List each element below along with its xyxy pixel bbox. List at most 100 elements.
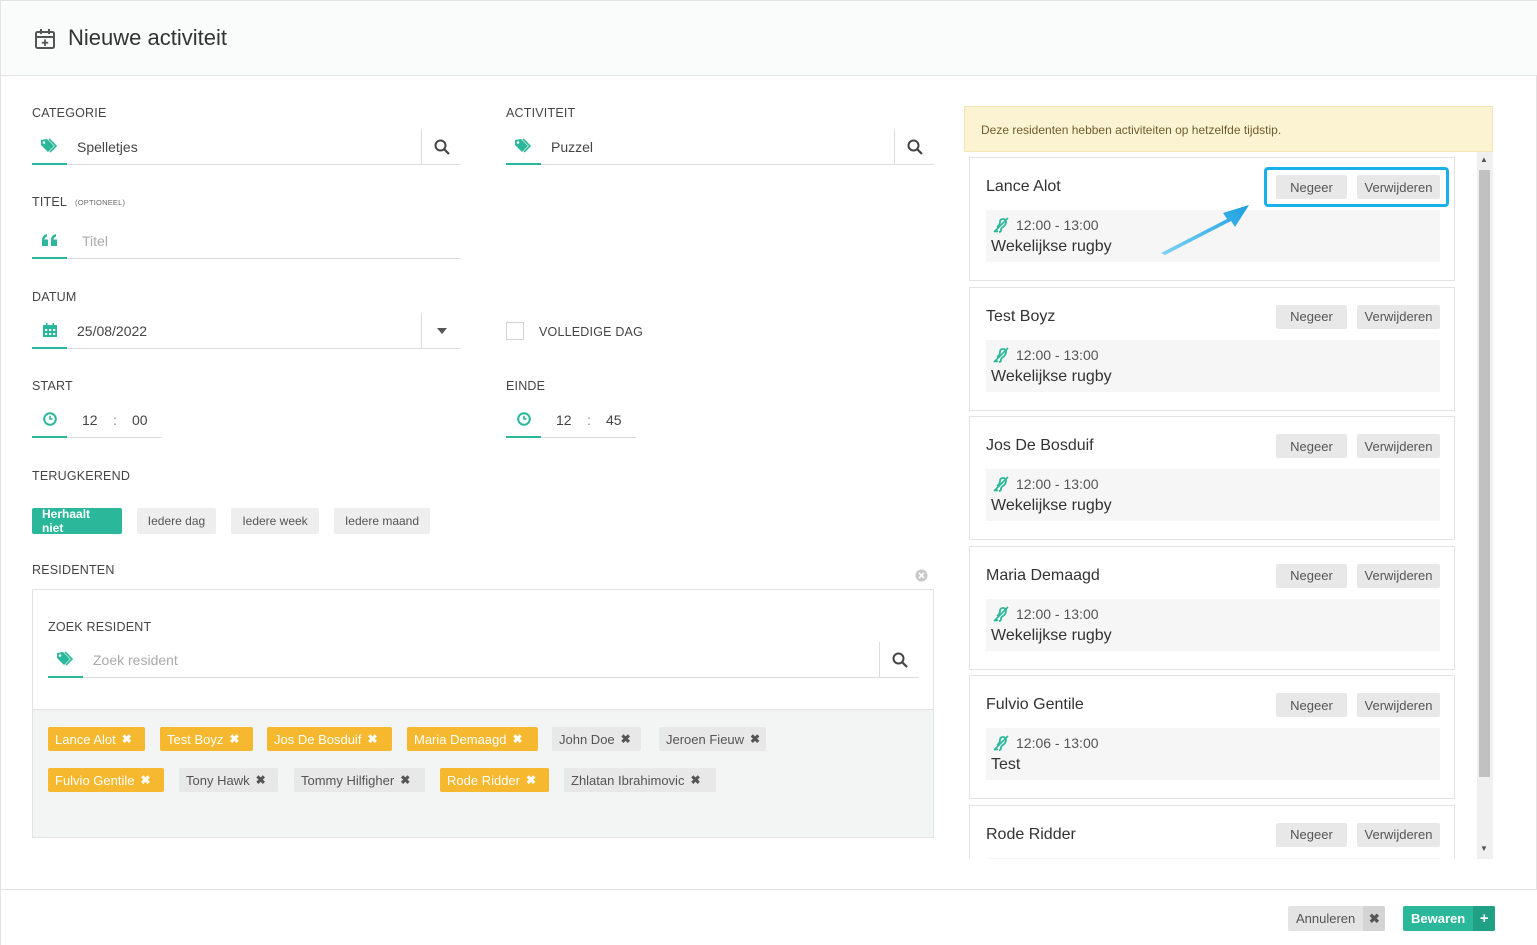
resident-tag[interactable]: Maria Demaagd ✖ xyxy=(407,727,538,751)
resident-tag-name: Tony Hawk xyxy=(186,772,250,788)
cancel-button[interactable]: Annuleren ✖ xyxy=(1288,906,1386,931)
resident-name: Lance Alot xyxy=(986,178,1061,195)
conflict-activity-name: Wekelijkse rugby xyxy=(991,626,1112,644)
conflict-activity: 12:00 - 13:00 Wekelijkse rugby xyxy=(986,469,1440,521)
tags-icon xyxy=(506,129,541,165)
start-separator: : xyxy=(113,412,117,428)
resident-tag[interactable]: Jos De Bosduif ✖ xyxy=(267,727,392,751)
remove-tag-icon[interactable]: ✖ xyxy=(750,732,760,746)
save-button[interactable]: Bewaren + xyxy=(1403,906,1496,931)
resident-tag-name: Zhlatan Ibrahimovic xyxy=(571,772,685,788)
residents-label: RESIDENTEN xyxy=(32,563,115,577)
delete-button[interactable]: Verwijderen xyxy=(1357,304,1440,329)
clear-residents-icon[interactable] xyxy=(915,569,928,582)
remove-tag-icon[interactable]: ✖ xyxy=(513,732,523,746)
title-input[interactable]: Titel xyxy=(82,233,108,249)
delete-button[interactable]: Verwijderen xyxy=(1357,822,1440,847)
resident-tags-area: Lance Alot ✖ Test Boyz ✖ Jos De Bosduif ✖ Mari… xyxy=(33,709,933,837)
start-label: START xyxy=(32,379,73,393)
residents-box: ZOEK RESIDENT Zoek resident Lance Alot ✖ T… xyxy=(32,589,934,838)
remove-tag-icon[interactable]: ✖ xyxy=(229,732,239,746)
remove-tag-icon[interactable]: ✖ xyxy=(621,732,631,746)
resident-search-input[interactable]: Zoek resident xyxy=(93,652,178,668)
conflict-time: 12:00 - 13:00 xyxy=(1016,346,1099,363)
modal-header: Nieuwe activiteit xyxy=(1,1,1537,76)
activity-search-button[interactable] xyxy=(894,129,934,165)
remove-tag-icon[interactable]: ✖ xyxy=(367,732,377,746)
category-value: Spelletjes xyxy=(77,139,138,155)
conflict-card: Test Boyz Negeer Verwijderen 12:00 - 13:00 W… xyxy=(969,286,1455,411)
remove-tag-icon[interactable]: ✖ xyxy=(690,773,700,787)
resident-tag[interactable]: Fulvio Gentile ✖ xyxy=(48,768,164,792)
resident-tag[interactable]: John Doe ✖ xyxy=(552,727,641,751)
conflict-card: Maria Demaagd Negeer Verwijderen 12:00 - 13… xyxy=(969,545,1455,670)
resident-tag-name: Tommy Hilfigher xyxy=(301,772,395,788)
resident-tag[interactable]: Jeroen Fieuw ✖ xyxy=(659,727,766,751)
date-dropdown-button[interactable] xyxy=(421,313,461,349)
page-title: Nieuwe activiteit xyxy=(68,25,227,50)
quote-icon xyxy=(32,223,67,259)
start-minute[interactable]: 00 xyxy=(132,412,148,428)
date-value: 25/08/2022 xyxy=(77,323,148,339)
resident-search-button[interactable] xyxy=(879,642,919,678)
conflict-card: Jos De Bosduif Negeer Verwijderen 12:00 - 1… xyxy=(969,416,1455,540)
annotation-highlight-box xyxy=(1264,167,1449,207)
conflict-activity xyxy=(986,857,1440,859)
recurring-option-weekly[interactable]: Iedere week xyxy=(231,508,319,534)
title-field[interactable]: Titel xyxy=(32,223,461,259)
resident-tag[interactable]: Test Boyz ✖ xyxy=(160,727,253,751)
scroll-down-icon[interactable]: ▼ xyxy=(1480,844,1488,853)
ignore-button[interactable]: Negeer xyxy=(1276,693,1347,717)
start-hour[interactable]: 12 xyxy=(82,412,98,428)
resident-tag-name: Jos De Bosduif xyxy=(274,731,362,747)
category-search-button[interactable] xyxy=(421,129,461,165)
resident-name: Test Boyz xyxy=(986,307,1056,325)
conflict-time: 12:00 - 13:00 xyxy=(1016,476,1099,492)
resident-name: Maria Demaagd xyxy=(986,566,1100,584)
resident-search-field[interactable]: Zoek resident xyxy=(48,642,919,678)
clock-icon xyxy=(506,402,541,438)
end-hour[interactable]: 12 xyxy=(556,412,572,428)
recurring-option-none[interactable]: Herhaalt niet xyxy=(32,507,122,535)
recurring-option-daily[interactable]: Iedere dag xyxy=(137,508,216,534)
remove-tag-icon[interactable]: ✖ xyxy=(140,773,150,787)
resident-tag[interactable]: Tony Hawk ✖ xyxy=(179,768,278,792)
close-icon: ✖ xyxy=(1363,906,1386,931)
end-minute[interactable]: 45 xyxy=(606,412,622,428)
title-label: TITEL (OPTIONEEL) xyxy=(32,195,126,209)
ignore-button[interactable]: Negeer xyxy=(1276,434,1347,458)
delete-button[interactable]: Verwijderen xyxy=(1357,434,1440,458)
ignore-button[interactable]: Negeer xyxy=(1276,304,1347,329)
resident-tag[interactable]: Zhlatan Ibrahimovic ✖ xyxy=(564,768,716,792)
clock-icon xyxy=(32,402,67,438)
conflict-scrollbar[interactable]: ▲ ▼ xyxy=(1477,152,1493,859)
activity-field[interactable]: Puzzel xyxy=(506,129,934,165)
hearing-icon xyxy=(993,605,1009,622)
date-label: DATUM xyxy=(32,290,77,304)
delete-button[interactable]: Verwijderen xyxy=(1357,563,1440,588)
scrollbar-thumb[interactable] xyxy=(1479,170,1490,777)
ignore-button[interactable]: Negeer xyxy=(1276,822,1347,847)
fullday-checkbox[interactable] xyxy=(506,322,524,340)
calendar-plus-icon xyxy=(35,29,55,49)
remove-tag-icon[interactable]: ✖ xyxy=(256,773,266,787)
delete-button[interactable]: Verwijderen xyxy=(1357,693,1440,717)
resident-tag[interactable]: Lance Alot ✖ xyxy=(48,727,145,751)
conflict-activity-name: Wekelijkse rugby xyxy=(991,367,1112,385)
scroll-up-icon[interactable]: ▲ xyxy=(1480,155,1488,164)
remove-tag-icon[interactable]: ✖ xyxy=(526,773,536,787)
ignore-button[interactable]: Negeer xyxy=(1276,563,1347,588)
remove-tag-icon[interactable]: ✖ xyxy=(122,732,132,746)
caret-down-icon xyxy=(436,328,447,334)
recurring-option-monthly[interactable]: Iedere maand xyxy=(334,508,430,534)
remove-tag-icon[interactable]: ✖ xyxy=(400,773,410,787)
date-field[interactable]: 25/08/2022 xyxy=(32,313,461,349)
resident-tag[interactable]: Tommy Hilfigher ✖ xyxy=(294,768,425,792)
conflict-list[interactable]: Lance Alot Negeer Verwijderen 12:00 - 13:00… xyxy=(964,152,1493,859)
category-field[interactable]: Spelletjes xyxy=(32,129,461,165)
resident-tag[interactable]: Rode Ridder ✖ xyxy=(440,768,549,792)
resident-tag-name: Lance Alot xyxy=(55,731,116,747)
start-time-field[interactable]: 12 : 00 xyxy=(32,402,162,438)
annotation-arrow-icon xyxy=(1161,205,1249,255)
end-time-field[interactable]: 12 : 45 xyxy=(506,402,636,438)
